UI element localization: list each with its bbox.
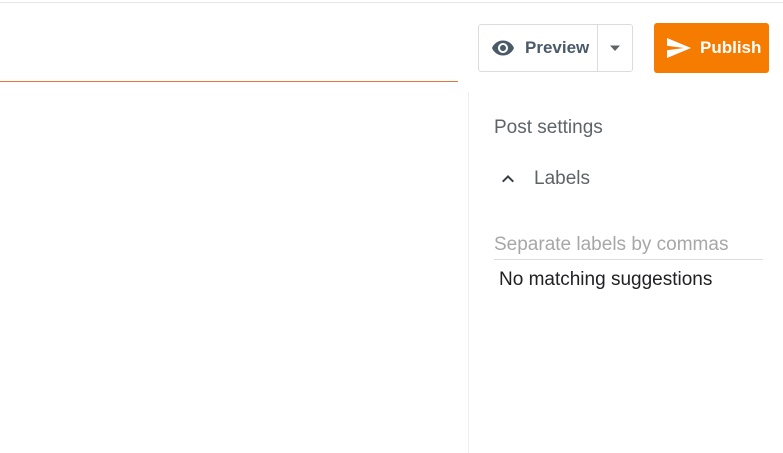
labels-section-toggle[interactable]: Labels (496, 164, 590, 194)
labels-suggestions-panel: No matching suggestions (494, 262, 763, 298)
preview-split-button: Preview (478, 24, 633, 72)
send-icon (667, 38, 691, 58)
preview-label: Preview (525, 38, 590, 57)
top-border (0, 2, 783, 3)
preview-button[interactable]: Preview (479, 25, 597, 71)
labels-section-title: Labels (534, 168, 590, 189)
eye-icon (492, 40, 514, 56)
post-editor-page: Preview Publish Post settings Labels No … (0, 0, 783, 453)
sidebar-divider (468, 92, 469, 453)
publish-button[interactable]: Publish (654, 23, 769, 73)
no-suggestions-message: No matching suggestions (499, 269, 713, 290)
post-settings-heading: Post settings (494, 117, 603, 138)
publish-label: Publish (700, 38, 762, 57)
caret-down-icon (610, 45, 620, 51)
chevron-up-icon (502, 175, 514, 183)
title-field-underline (0, 81, 458, 82)
labels-input[interactable] (494, 230, 763, 260)
post-body-editor[interactable] (0, 82, 468, 453)
preview-dropdown-button[interactable] (598, 25, 632, 71)
